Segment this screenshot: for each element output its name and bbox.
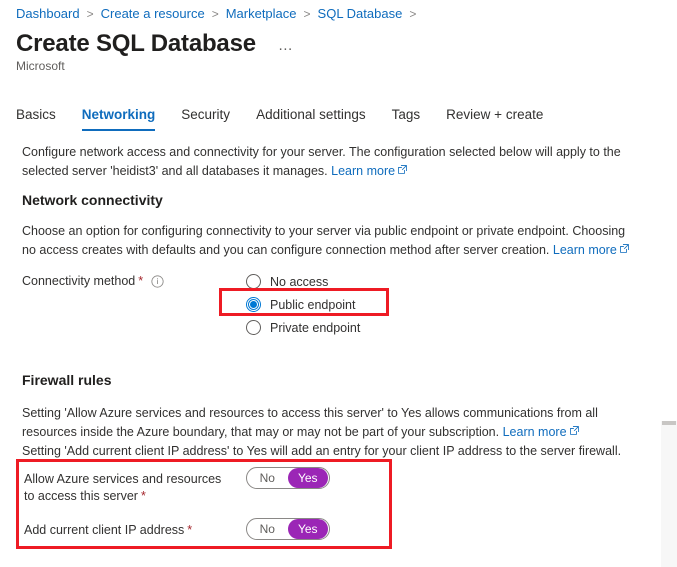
firewall-rules-learn-more-label: Learn more bbox=[502, 425, 567, 439]
allow-azure-services-label-row: Allow Azure services and resources to ac… bbox=[24, 471, 224, 505]
page-title-row: Create SQL Database … bbox=[16, 30, 298, 58]
radio-label-public-endpoint: Public endpoint bbox=[270, 297, 356, 312]
radio-option-public-endpoint[interactable]: Public endpoint bbox=[246, 293, 360, 316]
tab-bar: Basics Networking Security Additional se… bbox=[16, 105, 569, 131]
tab-review-create[interactable]: Review + create bbox=[446, 105, 543, 131]
intro-text: Configure network access and connectivit… bbox=[22, 145, 621, 178]
firewall-rules-description-line2: Setting 'Add current client IP address' … bbox=[22, 444, 622, 458]
breadcrumb-item-sql-database[interactable]: SQL Database bbox=[318, 6, 403, 21]
radio-circle-icon bbox=[246, 320, 261, 335]
breadcrumb-separator-icon: > bbox=[86, 6, 94, 21]
required-marker: * bbox=[140, 489, 146, 503]
required-marker: * bbox=[187, 523, 193, 537]
info-icon[interactable] bbox=[151, 274, 164, 288]
breadcrumb-separator-icon: > bbox=[409, 6, 417, 21]
network-connectivity-description: Choose an option for configuring connect… bbox=[22, 222, 642, 260]
breadcrumb-item-dashboard[interactable]: Dashboard bbox=[16, 6, 80, 21]
radio-option-no-access[interactable]: No access bbox=[246, 270, 360, 293]
add-current-client-ip-label-row: Add current client IP address * bbox=[24, 522, 224, 539]
breadcrumb-item-marketplace[interactable]: Marketplace bbox=[226, 6, 297, 21]
radio-circle-icon bbox=[246, 274, 261, 289]
toggle-option-yes[interactable]: Yes bbox=[287, 519, 328, 539]
tab-networking[interactable]: Networking bbox=[81, 105, 156, 131]
breadcrumb-separator-icon: > bbox=[303, 6, 311, 21]
external-link-icon bbox=[398, 165, 407, 174]
network-connectivity-learn-more-label: Learn more bbox=[552, 243, 617, 257]
toggle-option-no[interactable]: No bbox=[247, 468, 288, 488]
radio-option-private-endpoint[interactable]: Private endpoint bbox=[246, 316, 360, 339]
radio-label-no-access: No access bbox=[270, 274, 329, 289]
connectivity-method-radio-group: No access Public endpoint Private endpoi… bbox=[246, 270, 360, 339]
toggle-option-no[interactable]: No bbox=[247, 519, 288, 539]
required-marker: * bbox=[138, 274, 144, 288]
page-subtitle: Microsoft bbox=[16, 59, 65, 73]
external-link-icon bbox=[569, 426, 579, 435]
vertical-scrollbar-thumb[interactable] bbox=[662, 421, 676, 425]
add-current-client-ip-toggle[interactable]: No Yes bbox=[246, 518, 330, 540]
network-connectivity-learn-more-link[interactable]: Learn more bbox=[553, 243, 629, 257]
tab-tags[interactable]: Tags bbox=[392, 105, 421, 131]
radio-circle-selected-icon bbox=[246, 297, 261, 312]
network-connectivity-description-text: Choose an option for configuring connect… bbox=[22, 224, 626, 257]
intro-learn-more-link[interactable]: Learn more bbox=[331, 164, 407, 178]
breadcrumb-item-create-a-resource[interactable]: Create a resource bbox=[101, 6, 205, 21]
more-options-icon[interactable]: … bbox=[274, 37, 299, 55]
allow-azure-services-toggle[interactable]: No Yes bbox=[246, 467, 330, 489]
breadcrumb-separator-icon: > bbox=[211, 6, 219, 21]
toggle-option-yes[interactable]: Yes bbox=[287, 468, 328, 488]
external-link-icon bbox=[619, 244, 629, 253]
firewall-rules-learn-more-link[interactable]: Learn more bbox=[503, 425, 579, 439]
add-current-client-ip-label: Add current client IP address bbox=[24, 523, 185, 537]
tab-additional-settings[interactable]: Additional settings bbox=[256, 105, 366, 131]
page-title: Create SQL Database bbox=[16, 30, 256, 57]
tab-basics[interactable]: Basics bbox=[16, 105, 56, 131]
radio-label-private-endpoint: Private endpoint bbox=[270, 320, 361, 335]
firewall-rules-description: Setting 'Allow Azure services and resour… bbox=[22, 404, 650, 461]
intro-paragraph: Configure network access and connectivit… bbox=[22, 143, 637, 181]
vertical-scrollbar-track[interactable] bbox=[661, 421, 677, 567]
intro-learn-more-label: Learn more bbox=[331, 164, 396, 178]
firewall-rules-heading: Firewall rules bbox=[22, 372, 112, 388]
connectivity-method-label-row: Connectivity method * bbox=[22, 274, 164, 288]
tab-security[interactable]: Security bbox=[181, 105, 230, 131]
allow-azure-services-label: Allow Azure services and resources to ac… bbox=[24, 472, 222, 503]
breadcrumb: Dashboard > Create a resource > Marketpl… bbox=[16, 6, 423, 21]
network-connectivity-heading: Network connectivity bbox=[22, 192, 163, 208]
connectivity-method-label: Connectivity method bbox=[22, 274, 136, 288]
